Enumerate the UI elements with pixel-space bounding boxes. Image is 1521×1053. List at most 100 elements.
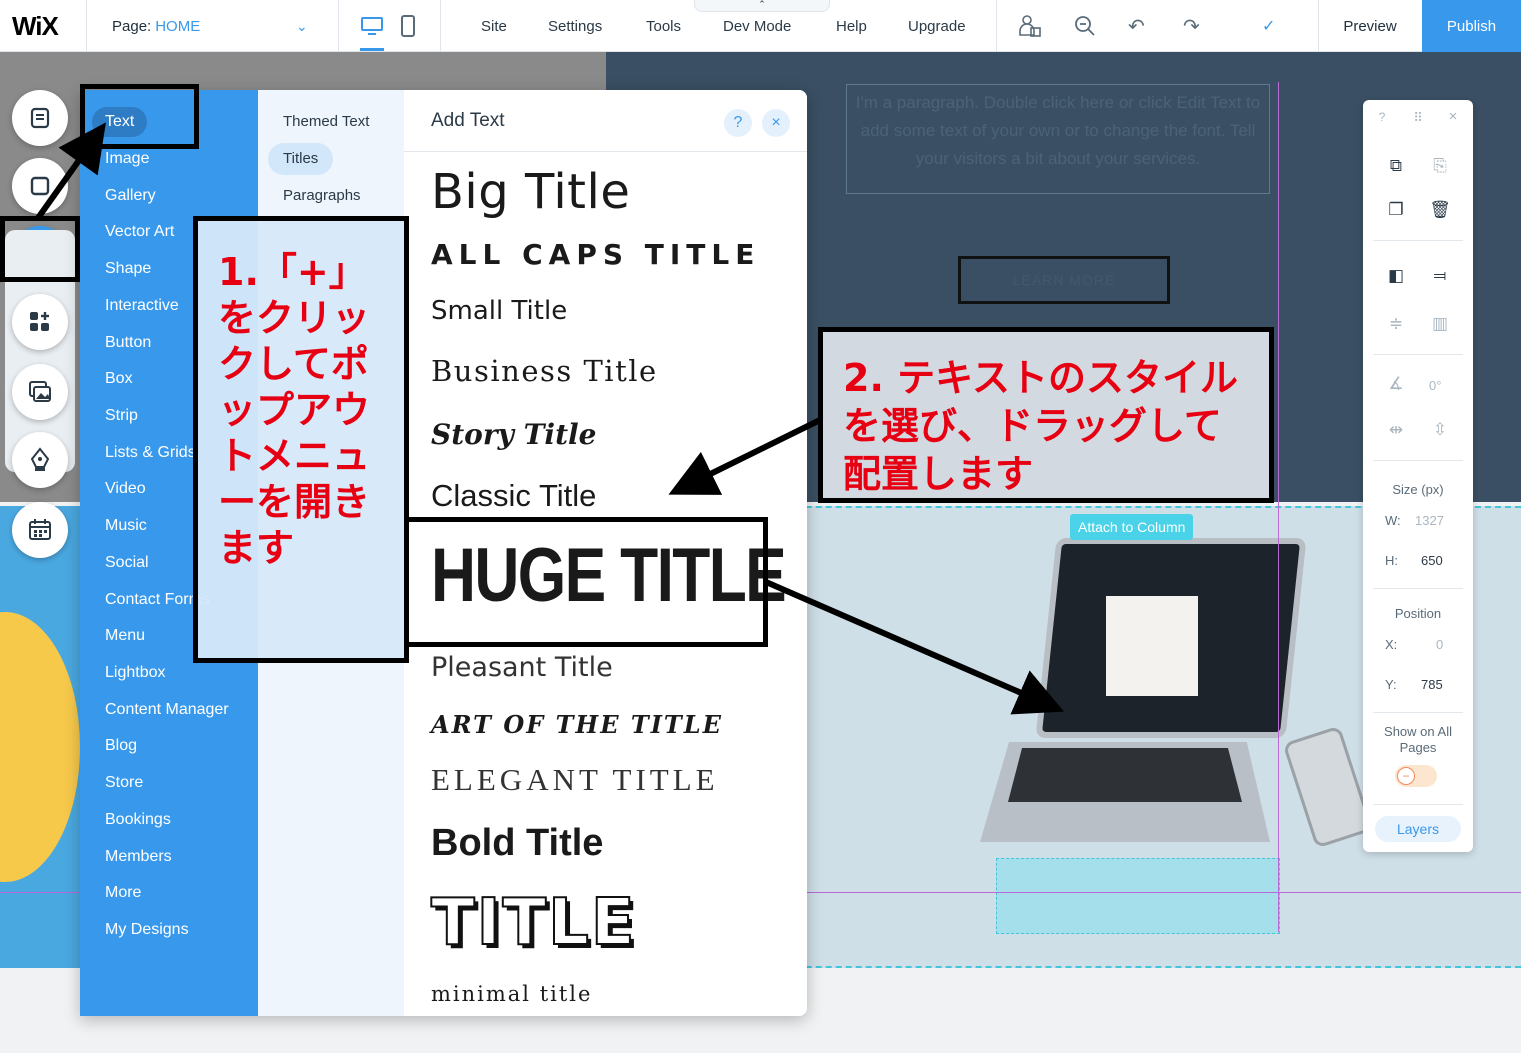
preset-minimal-title[interactable]: minimal title [431, 982, 592, 1006]
menu-dev-mode[interactable]: Dev Mode [723, 0, 791, 52]
toggle-off-icon: − [1397, 767, 1415, 785]
laptop-keyboard [1008, 748, 1242, 802]
category-gallery[interactable]: Gallery [105, 181, 156, 211]
category-strip[interactable]: Strip [105, 401, 138, 431]
layers-button[interactable]: Layers [1375, 816, 1461, 842]
zoom-out-icon[interactable] [1073, 0, 1097, 52]
category-content-manager[interactable]: Content Manager [105, 695, 229, 725]
menu-settings[interactable]: Settings [548, 0, 602, 52]
category-bookings[interactable]: Bookings [105, 805, 171, 835]
subcategory-themed-text[interactable]: Themed Text [283, 106, 369, 138]
media-icon[interactable] [12, 364, 68, 420]
y-value[interactable]: 785 [1421, 677, 1443, 692]
subcategory-paragraphs[interactable]: Paragraphs [283, 180, 361, 212]
panel-header: Add Text ? × [404, 90, 807, 152]
page-selector[interactable]: Page: HOME [112, 0, 200, 52]
preview-button[interactable]: Preview [1319, 0, 1421, 52]
mobile-icon[interactable] [400, 0, 416, 52]
preset-small-title[interactable]: Small Title [431, 296, 567, 326]
preset-pleasant-title[interactable]: Pleasant Title [431, 652, 613, 683]
category-lightbox[interactable]: Lightbox [105, 658, 166, 688]
divider [1373, 460, 1463, 461]
publish-button[interactable]: Publish [1422, 0, 1521, 52]
menu-upgrade[interactable]: Upgrade [908, 0, 966, 52]
category-my-designs[interactable]: My Designs [105, 915, 189, 945]
redo-icon[interactable]: ↷ [1183, 0, 1200, 52]
category-video[interactable]: Video [105, 474, 146, 504]
attach-to-column-label: Attach to Column [1070, 514, 1194, 540]
height-value[interactable]: 650 [1421, 553, 1443, 568]
match-size-icon[interactable]: ▥ [1427, 314, 1453, 334]
delete-icon[interactable]: 🗑 [1427, 200, 1453, 220]
category-store[interactable]: Store [105, 768, 143, 798]
menus-pages-icon[interactable] [12, 90, 68, 146]
arrange-icon[interactable]: ◧ [1383, 266, 1409, 286]
category-lists-grids[interactable]: Lists & Grids [105, 438, 196, 468]
menu-help[interactable]: Help [836, 0, 867, 52]
copy-icon[interactable]: ⧉ [1383, 156, 1409, 176]
add-apps-icon[interactable] [12, 294, 68, 350]
rotate-icon[interactable]: ∡ [1383, 374, 1409, 394]
element-toolbar: ? ⠿ × ⧉ ⎘ ❐ 🗑 ◧ ⫤ ≑ ▥ ∡ 0° ⇹ ⇳ Size (px)… [1363, 100, 1473, 852]
preset-classic-title[interactable]: Classic Title [431, 478, 596, 514]
menu-site[interactable]: Site [481, 0, 507, 52]
y-label: Y: [1385, 677, 1397, 692]
divider [1373, 240, 1463, 241]
category-social[interactable]: Social [105, 548, 149, 578]
width-value[interactable]: 1327 [1415, 513, 1444, 528]
learn-more-button[interactable]: LEARN MORE [958, 256, 1170, 304]
category-shape[interactable]: Shape [105, 254, 151, 284]
align-icon[interactable]: ⫤ [1427, 266, 1453, 286]
background-icon[interactable] [12, 158, 68, 214]
page-value: HOME [155, 17, 201, 35]
category-box[interactable]: Box [105, 364, 133, 394]
highlight-huge-title [404, 517, 768, 647]
category-vector-art[interactable]: Vector Art [105, 217, 174, 247]
category-button[interactable]: Button [105, 328, 151, 358]
flip-horizontal-icon[interactable]: ⇹ [1383, 420, 1409, 440]
paste-icon[interactable]: ⎘ [1427, 156, 1453, 176]
category-members[interactable]: Members [105, 842, 172, 872]
paragraph-text[interactable]: I'm a paragraph. Double click here or cl… [846, 84, 1270, 194]
divider [1373, 712, 1463, 713]
category-interactive[interactable]: Interactive [105, 291, 179, 321]
preset-title[interactable]: TITLE [430, 885, 637, 961]
laptop-screen-content [1106, 596, 1198, 696]
duplicate-icon[interactable]: ❐ [1383, 200, 1409, 220]
preset-story-title[interactable]: Story Title [431, 418, 596, 451]
chevron-down-icon[interactable]: ⌄ [296, 0, 308, 52]
category-more[interactable]: More [105, 878, 141, 908]
toolbar-close-icon[interactable]: × [1440, 108, 1466, 125]
toolbar-help-icon[interactable]: ? [1369, 110, 1395, 124]
divider [338, 0, 339, 52]
category-menu[interactable]: Menu [105, 621, 145, 651]
help-icon[interactable]: ? [724, 109, 752, 137]
menu-tools[interactable]: Tools [646, 0, 681, 52]
distribute-icon[interactable]: ≑ [1383, 314, 1409, 334]
bookings-calendar-icon[interactable] [12, 502, 68, 558]
blog-pen-icon[interactable] [12, 432, 68, 488]
preset-art-of-the-title[interactable]: ART OF THE TITLE [431, 710, 723, 739]
category-blog[interactable]: Blog [105, 731, 137, 761]
preset-bold-title[interactable]: Bold Title [431, 822, 603, 865]
preset-all-caps-title[interactable]: ALL CAPS TITLE [431, 238, 760, 271]
preset-business-title[interactable]: Business Title [431, 354, 658, 388]
accessibility-icon[interactable] [1016, 0, 1042, 52]
flip-vertical-icon[interactable]: ⇳ [1427, 420, 1453, 440]
drag-handle-icon[interactable]: ⠿ [1405, 110, 1431, 126]
close-icon[interactable]: × [762, 109, 790, 137]
category-music[interactable]: Music [105, 511, 147, 541]
divider [996, 0, 997, 52]
preset-big-title[interactable]: Big Title [431, 164, 630, 220]
x-value[interactable]: 0 [1436, 637, 1443, 652]
show-on-all-pages-label: Show on All Pages [1384, 724, 1452, 755]
active-view-indicator [360, 48, 384, 51]
show-on-all-pages-toggle[interactable]: − [1395, 765, 1437, 787]
rotation-value[interactable]: 0° [1429, 378, 1441, 393]
vertical-guide [1278, 82, 1279, 932]
wix-logo: WiX [12, 10, 59, 41]
subcategory-titles[interactable]: Titles [268, 143, 334, 175]
preset-elegant-title[interactable]: ELEGANT TITLE [431, 762, 719, 798]
undo-icon[interactable]: ↶ [1128, 0, 1145, 52]
desktop-icon[interactable] [360, 0, 384, 52]
